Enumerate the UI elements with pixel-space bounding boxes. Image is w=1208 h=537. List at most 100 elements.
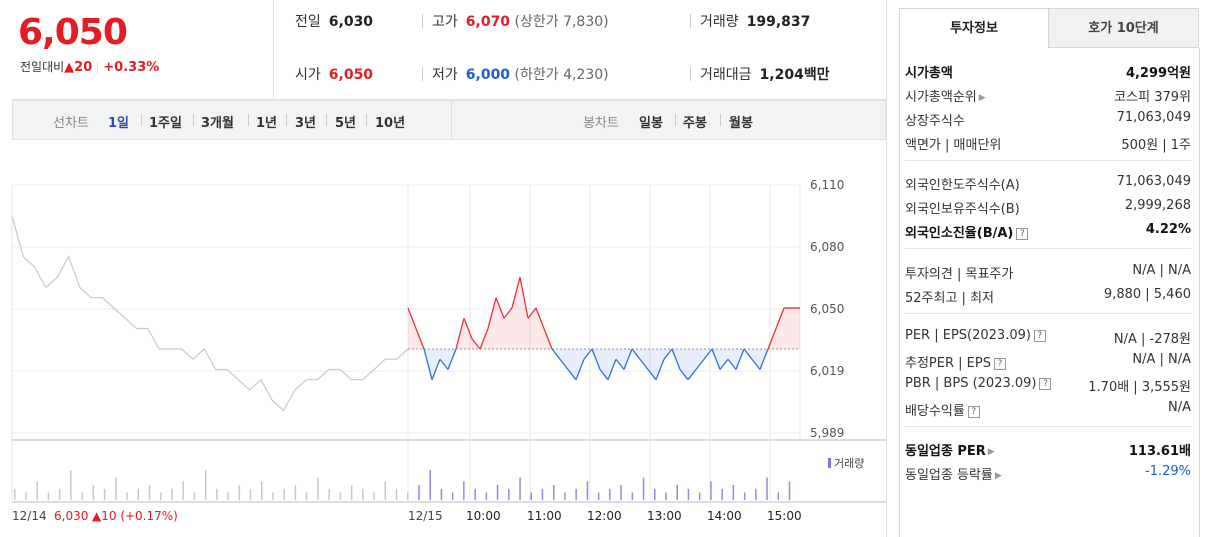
price-area-fill [496, 297, 504, 349]
y-tick: 6,019 [810, 364, 844, 378]
period-3y[interactable]: 3년 [295, 112, 316, 131]
info-row-label: 52주최고 | 최저 [905, 291, 994, 306]
volume-bar [328, 488, 330, 501]
volume-bar [160, 492, 162, 500]
info-row-label: PBR | BPS (2023.09) [905, 376, 1037, 391]
info-row[interactable]: 시가총액순위 ▶ 코스피 379위 [905, 86, 1191, 106]
candle-weekly[interactable]: 주봉 [683, 112, 707, 131]
info-row[interactable]: 동일업종 등락률 ▶ -1.29% [905, 464, 1191, 484]
info-row: 투자의견 | 목표주가 N/A | N/A [905, 263, 1191, 283]
info-row[interactable]: 배당수익률? N/A [905, 400, 1191, 420]
volume-bar [294, 485, 297, 500]
info-row: 52주최고 | 최저 9,880 | 5,460 [905, 287, 1191, 307]
info-row[interactable]: PER | EPS(2023.09)? N/A | -278원 [905, 328, 1191, 348]
price-area-fill [560, 348, 568, 370]
info-row[interactable]: 추정PER | EPS? N/A | N/A [905, 352, 1191, 372]
info-row-label: 액면가 | 매매단위 [905, 138, 1002, 153]
lower-limit: (하한가 4,230) [514, 67, 609, 83]
info-row: 상장주식수 71,063,049 [905, 110, 1191, 130]
volume-bar [586, 481, 589, 501]
volume-bar [553, 485, 555, 500]
volume-bar [620, 485, 622, 500]
help-icon[interactable]: ? [967, 406, 980, 418]
x-tick: 15:00 [767, 509, 802, 523]
info-row-value: 2,999,268 [1124, 198, 1191, 213]
x-tick: 14:00 [707, 509, 742, 523]
x-tick: 13:00 [647, 509, 682, 523]
volume-bar [642, 477, 645, 500]
info-row-value: 1.70배 | 3,555원 [1088, 380, 1191, 395]
volume-bar [305, 492, 308, 500]
period-1w[interactable]: 1주일 [149, 112, 182, 131]
volume-bar [463, 481, 465, 501]
help-icon[interactable]: ? [993, 358, 1006, 370]
info-row-label: 시가총액순위 [905, 90, 977, 105]
candle-monthly[interactable]: 월봉 [729, 112, 753, 131]
info-row[interactable]: PBR | BPS (2023.09)? 1.70배 | 3,555원 [905, 376, 1191, 396]
change-rate: +0.33% [103, 60, 160, 75]
volume-bar [788, 481, 791, 501]
change-amount: 20 [74, 60, 93, 75]
volume-bar [238, 485, 241, 500]
period-1d[interactable]: 1일 [108, 112, 129, 131]
info-row-value: N/A | N/A [1132, 263, 1191, 278]
info-row[interactable]: 외국인소진율(B/A)? 4.22% [905, 222, 1191, 242]
prev-day-date: 12/14 [12, 509, 47, 523]
upper-limit: (상한가 7,830) [514, 14, 609, 30]
volume-legend-swatch [828, 458, 831, 468]
volume-bar [575, 488, 577, 501]
volume-bar [451, 492, 454, 500]
period-5y[interactable]: 5년 [335, 112, 356, 131]
volume-bar [373, 492, 375, 500]
volume-bar [384, 481, 386, 501]
volume-bar [81, 492, 83, 500]
volume-bar [777, 492, 779, 500]
volume-bar [743, 492, 746, 500]
trade-amount: 거래대금 1,204백만 [700, 67, 830, 83]
volume: 거래량 199,837 [700, 14, 811, 30]
info-row: 외국인보유주식수(B) 2,999,268 [905, 198, 1191, 218]
help-icon[interactable]: ? [1039, 378, 1052, 390]
volume-legend-label: 거래량 [834, 457, 864, 470]
period-10y[interactable]: 10년 [375, 112, 405, 131]
divider [451, 101, 452, 139]
help-icon[interactable]: ? [1016, 228, 1029, 240]
volume-bars [14, 470, 791, 501]
volume-bar [92, 485, 95, 500]
chevron-right-icon[interactable]: ▶ [988, 447, 995, 457]
up-arrow-icon: ▲ [64, 60, 75, 75]
volume-bar [272, 492, 274, 500]
info-row-label: 외국인소진율(B/A) [905, 226, 1014, 241]
volume-bar [339, 492, 342, 500]
info-row[interactable]: 동일업종 PER ▶ 113.61배 [905, 440, 1191, 460]
candle-daily[interactable]: 일봉 [639, 112, 663, 131]
y-axis-labels: 6,110 6,080 6,050 6,019 5,989 [810, 178, 844, 440]
volume-bar [541, 488, 544, 501]
info-row-value: N/A | -278원 [1113, 332, 1191, 347]
price-area-fill [784, 307, 792, 349]
line-chart-label: 선차트 [53, 116, 89, 131]
chevron-right-icon[interactable]: ▶ [979, 93, 986, 103]
help-icon[interactable]: ? [1033, 330, 1046, 342]
price-area-fill [728, 348, 736, 370]
info-row-label: 상장주식수 [905, 114, 965, 129]
volume-bar [732, 485, 735, 500]
tab-orderbook[interactable]: 호가 10단계 [1048, 8, 1199, 48]
info-row-value: 113.61배 [1128, 444, 1191, 459]
volume-bar [126, 492, 128, 500]
change-row: 전일대비▲20 +0.33% [20, 58, 159, 75]
info-row: 액면가 | 매매단위 500원 | 1주 [905, 134, 1191, 154]
period-1y[interactable]: 1년 [256, 112, 277, 131]
open-price: 시가 6,050 [295, 67, 374, 83]
period-3m[interactable]: 3개월 [201, 112, 234, 131]
info-panel: 투자정보 호가 10단계 시가총액 4,299억원 시가총액순위 ▶ 코스피 379위 상… [899, 0, 1200, 537]
quote-summary: 6,050 전일대비▲20 +0.33% 전일 6,030 시가 6,050 고가 6,… [12, 0, 886, 100]
volume-bar [148, 485, 151, 500]
chevron-right-icon[interactable]: ▶ [995, 471, 1002, 481]
chart-grid [11, 184, 886, 503]
tab-invest-info[interactable]: 투자정보 [899, 8, 1049, 48]
volume-bar [766, 477, 768, 500]
volume-bar [171, 488, 173, 501]
price-chart[interactable]: 6,110 6,080 6,050 6,019 5,989 거래량 12/14 … [0, 140, 886, 537]
price-area-fill [792, 307, 800, 349]
